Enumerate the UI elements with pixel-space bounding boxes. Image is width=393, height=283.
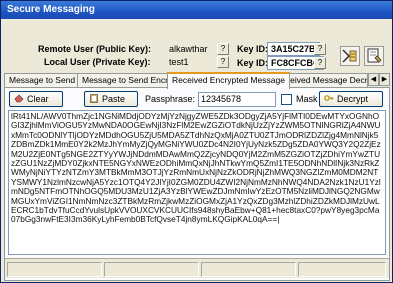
tab-received-encrypted-message[interactable]: Received Encrypted Message <box>167 72 290 89</box>
unlock-key-icon <box>324 93 334 103</box>
tab-strip: Message to Send Message to Send Encrypte… <box>4 72 390 89</box>
received-encrypted-panel: Clear Paste Passphrase: 12345678 Mask De… <box>4 87 390 281</box>
decrypt-button-label: Decrypt <box>337 94 369 104</box>
passphrase-input[interactable]: 12345678 <box>198 92 276 107</box>
remote-user-label: Remote User (Public Key): <box>38 44 152 54</box>
encrypted-message-textarea[interactable]: lRt41NL/AWV0ThmZjc1NGNiMDdjODYzMjYzNjgyZ… <box>8 110 386 255</box>
text-cursor: | <box>277 214 280 225</box>
clear-button-label: Clear <box>27 94 49 104</box>
window-title: Secure Messaging <box>7 4 95 15</box>
mask-label: Mask <box>296 94 318 104</box>
status-segment-3 <box>201 262 296 277</box>
remote-user-help-button[interactable]: ? <box>217 43 229 55</box>
local-user-help-button[interactable]: ? <box>217 56 229 68</box>
status-bar <box>5 258 389 278</box>
app-window: Secure Messaging Remote User (Public Key… <box>0 0 393 283</box>
remote-key-label: Key ID: <box>237 44 269 54</box>
status-segment-2 <box>104 262 199 277</box>
mask-checkbox[interactable] <box>281 94 292 105</box>
title-bar: Secure Messaging <box>1 1 392 19</box>
clear-button[interactable]: Clear <box>9 91 63 107</box>
tab-scroll-left-button[interactable]: ◀ <box>368 73 379 86</box>
paste-button-label: Paste <box>102 94 126 104</box>
clipboard-icon <box>89 93 99 103</box>
encrypted-message-text: lRt41NL/AWV0ThmZjc1NGNiMDdjODYzMjYzNjgyZ… <box>11 111 381 225</box>
status-segment-4 <box>298 262 386 277</box>
keys-manage-icon[interactable] <box>340 46 360 66</box>
paste-button[interactable]: Paste <box>84 91 138 107</box>
eraser-icon <box>14 93 24 103</box>
status-segment-1 <box>7 262 102 277</box>
remote-key-value: 3A15C27B <box>267 42 320 56</box>
remote-key-help-button[interactable]: ? <box>314 43 326 55</box>
local-key-help-button[interactable]: ? <box>314 57 326 69</box>
local-key-label: Key ID: <box>237 58 269 68</box>
decrypt-button[interactable]: Decrypt <box>319 91 383 107</box>
remote-user-value: alkawthar <box>169 44 208 54</box>
tab-scroll-right-button[interactable]: ▶ <box>379 73 390 86</box>
tab-message-to-send[interactable]: Message to Send <box>4 73 81 88</box>
passphrase-label: Passphrase: <box>145 94 196 104</box>
local-user-label: Local User (Private Key): <box>44 57 151 67</box>
document-key-icon[interactable] <box>364 46 384 66</box>
local-user-value: test1 <box>169 57 189 67</box>
